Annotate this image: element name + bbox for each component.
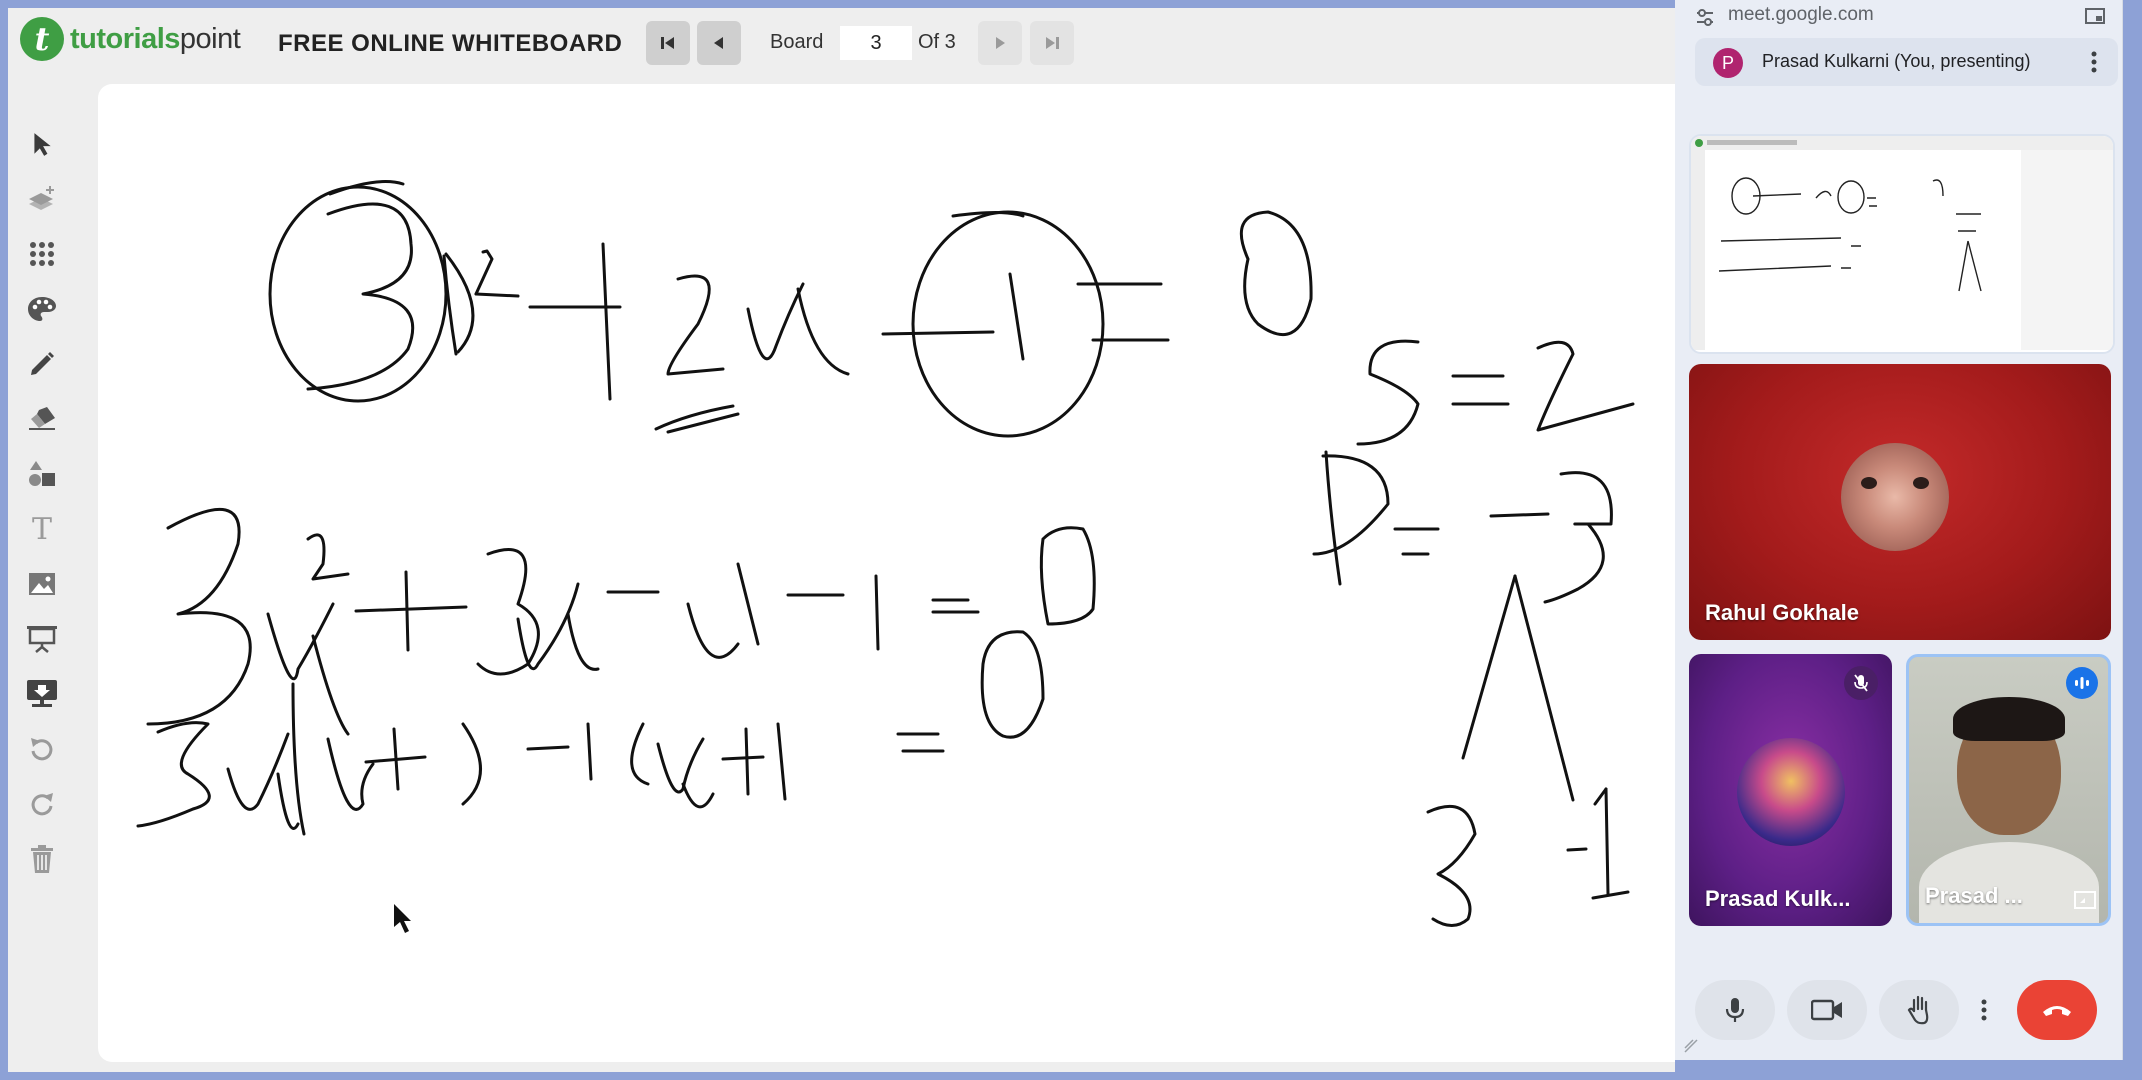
end-call-icon: [2043, 1006, 2071, 1016]
mic-button[interactable]: [1695, 980, 1775, 1040]
presenter-bar[interactable]: P Prasad Kulkarni (You, presenting): [1695, 38, 2118, 86]
shapes-icon: [29, 461, 55, 486]
handwriting-strokes: [136, 180, 1635, 933]
end-call-button[interactable]: [2017, 980, 2097, 1040]
participant-tile-rahul[interactable]: Rahul Gokhale: [1689, 364, 2111, 640]
eraser-icon: [29, 407, 55, 430]
board-number-input[interactable]: [840, 26, 912, 60]
image-icon: [29, 573, 55, 595]
page-title: FREE ONLINE WHITEBOARD: [278, 30, 623, 57]
participant-name: Prasad Kulk...: [1705, 886, 1851, 911]
more-options-button[interactable]: [1971, 980, 1997, 1040]
audio-level-icon: [2075, 677, 2089, 689]
google-meet-panel: meet.google.com P Prasad Kulkarni (You, …: [1675, 0, 2123, 1060]
pin-tile-icon[interactable]: [2074, 891, 2096, 909]
pencil-icon: [31, 352, 54, 375]
speaking-indicator: [2066, 667, 2098, 699]
prev-icon: [714, 37, 723, 49]
mouse-cursor-icon: [394, 904, 411, 933]
mic-off-icon: [1854, 674, 1868, 692]
download-icon: [27, 680, 57, 707]
select-tool[interactable]: [22, 124, 62, 164]
grid-tool[interactable]: [22, 234, 62, 274]
avatar: [1737, 738, 1845, 846]
screen-share-thumbnail[interactable]: [1689, 134, 2115, 354]
next-board-button[interactable]: [978, 21, 1022, 65]
logo-text: tutorialspoint: [70, 22, 241, 56]
pencil-tool[interactable]: [22, 344, 62, 384]
next-icon: [996, 37, 1005, 49]
site-settings-icon[interactable]: [1695, 8, 1715, 28]
presenter-options-button[interactable]: [2080, 48, 2108, 76]
picture-in-picture-icon[interactable]: [2085, 8, 2105, 26]
first-board-button[interactable]: [646, 21, 690, 65]
prev-board-button[interactable]: [697, 21, 741, 65]
muted-indicator: [1844, 666, 1878, 700]
camera-icon: [1811, 999, 1842, 1021]
eraser-tool[interactable]: [22, 399, 62, 439]
logo-text-green: tutorials: [70, 22, 180, 55]
camera-button[interactable]: [1787, 980, 1867, 1040]
participant-name: Prasad ...: [1925, 883, 2023, 908]
participant-tile-prasad-avatar[interactable]: Prasad Kulk...: [1689, 654, 1892, 926]
trash-icon: [31, 845, 53, 873]
presentation-tool[interactable]: [22, 619, 62, 659]
participant-name: Rahul Gokhale: [1705, 600, 1860, 625]
more-icon: [1981, 999, 1987, 1021]
presenter-name: Prasad Kulkarni (You, presenting): [1762, 51, 2031, 71]
meet-url: meet.google.com: [1728, 4, 1874, 25]
mic-icon: [1725, 998, 1745, 1022]
clear-board-button[interactable]: [22, 839, 62, 879]
whiteboard-canvas[interactable]: [98, 84, 1675, 1062]
resize-grip-icon[interactable]: [1683, 1038, 1699, 1054]
whiteboard-app: t tutorialspoint FREE ONLINE WHITEBOARD …: [8, 8, 1675, 1072]
participant-tile-prasad-video[interactable]: Prasad ...: [1906, 654, 2111, 926]
board-total: Of 3: [918, 31, 956, 53]
undo-button[interactable]: [22, 729, 62, 769]
presentation-icon: [27, 626, 57, 653]
undo-icon: [31, 738, 53, 761]
skip-first-icon: [661, 37, 674, 49]
logo-mark: t: [20, 17, 64, 61]
palette-icon: [28, 297, 56, 321]
text-icon: T: [31, 511, 52, 547]
shared-screen-preview: [1691, 136, 2113, 350]
redo-button[interactable]: [22, 784, 62, 824]
shapes-tool[interactable]: [22, 454, 62, 494]
download-tool[interactable]: [22, 674, 62, 714]
text-tool[interactable]: T: [22, 509, 62, 549]
tutorialspoint-logo[interactable]: t tutorialspoint: [20, 17, 241, 61]
logo-text-dark: point: [179, 22, 241, 55]
raise-hand-button[interactable]: [1879, 980, 1959, 1040]
more-vert-icon: [2091, 51, 2097, 73]
dots-grid-icon: [30, 242, 54, 266]
redo-icon: [31, 793, 53, 816]
layers-tool[interactable]: [22, 179, 62, 219]
avatar: [1841, 443, 1949, 551]
top-bar: t tutorialspoint FREE ONLINE WHITEBOARD …: [8, 8, 1675, 74]
presenter-avatar: P: [1713, 48, 1743, 78]
raise-hand-icon: [1907, 995, 1929, 1025]
select-icon: [34, 133, 51, 156]
color-tool[interactable]: [22, 289, 62, 329]
skip-last-icon: [1046, 37, 1059, 49]
last-board-button[interactable]: [1030, 21, 1074, 65]
image-tool[interactable]: [22, 564, 62, 604]
layers-icon: [29, 186, 54, 210]
board-label: Board: [770, 31, 824, 53]
